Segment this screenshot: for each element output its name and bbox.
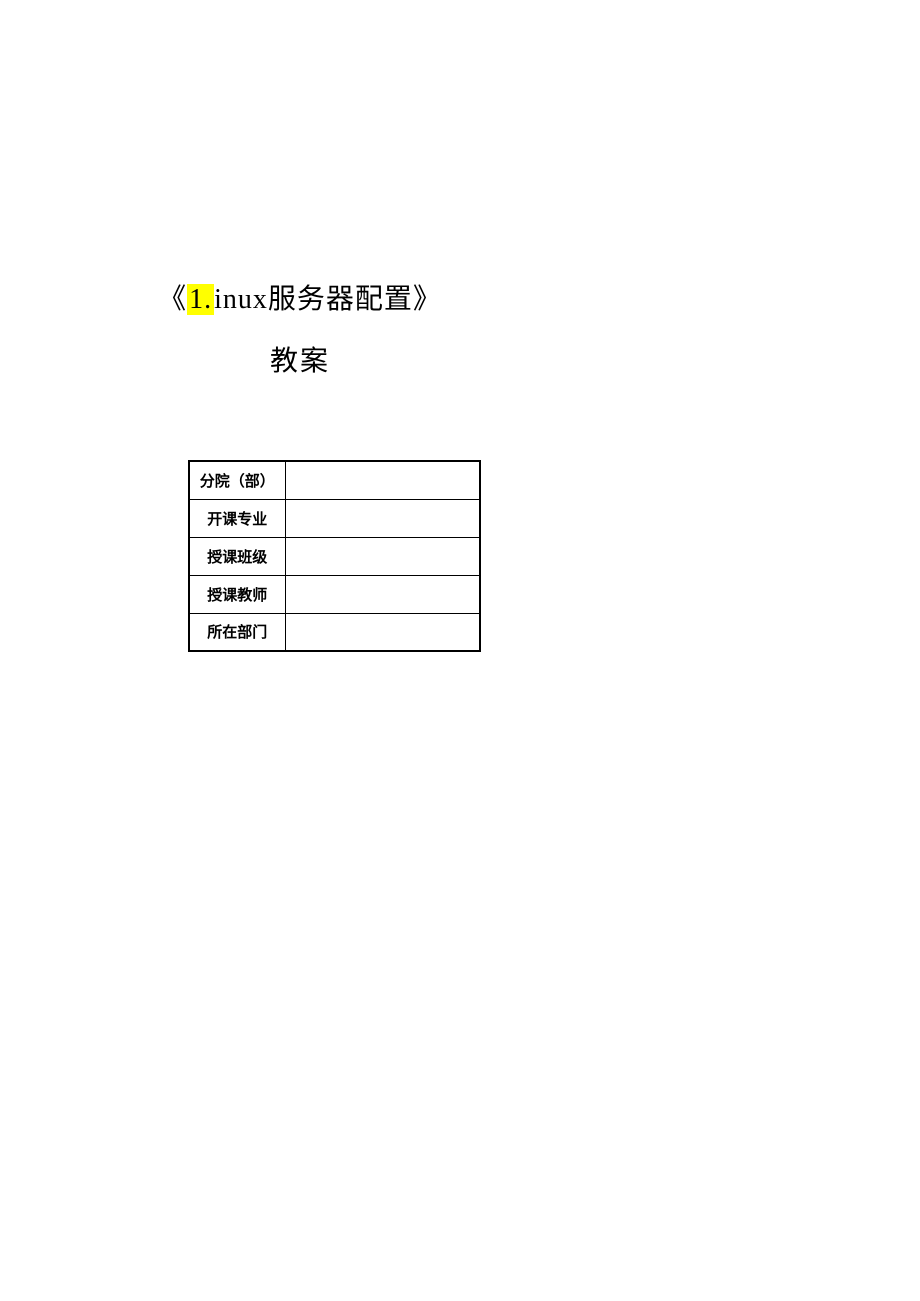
row-label: 授课班级 (189, 537, 285, 575)
table-row: 授课教师 (189, 575, 480, 613)
row-value (285, 537, 480, 575)
row-value (285, 461, 480, 499)
title-highlight: 1. (187, 284, 214, 315)
title-line-1: 《1.inux服务器配置》 (0, 280, 600, 319)
info-table: 分院（部） 开课专业 授课班级 授课教师 所在部门 (188, 460, 481, 652)
title-rest: inux服务器配置》 (214, 284, 442, 315)
row-value (285, 575, 480, 613)
row-label: 授课教师 (189, 575, 285, 613)
title-prefix: 《 (158, 284, 187, 315)
row-label: 分院（部） (189, 461, 285, 499)
row-label: 开课专业 (189, 499, 285, 537)
table-row: 所在部门 (189, 613, 480, 651)
table-row: 开课专业 (189, 499, 480, 537)
row-value (285, 613, 480, 651)
row-value (285, 499, 480, 537)
document-title-block: 《1.inux服务器配置》 教案 (0, 280, 600, 379)
title-line-2: 教案 (0, 339, 600, 379)
row-label: 所在部门 (189, 613, 285, 651)
table-row: 授课班级 (189, 537, 480, 575)
table-row: 分院（部） (189, 461, 480, 499)
